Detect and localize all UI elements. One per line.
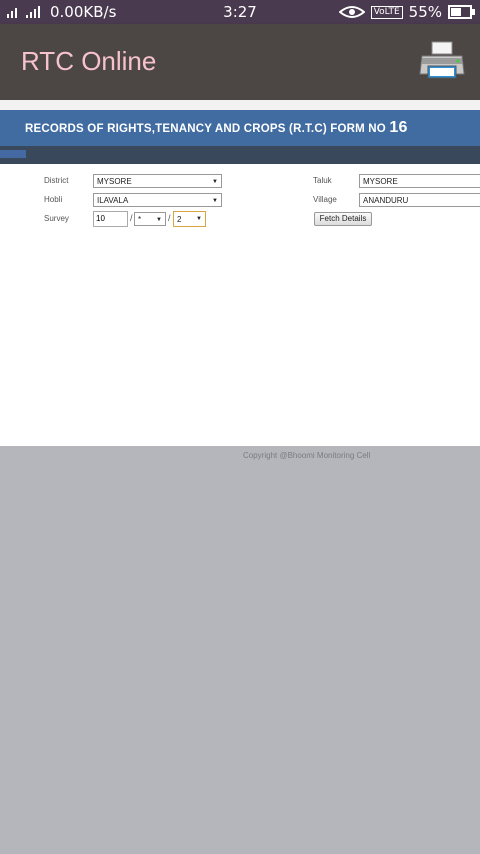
taluk-value: MYSORE (363, 177, 398, 186)
status-bar: 0.00KB/s 3:27 VoLTE 55% (0, 0, 480, 24)
chevron-down-icon: ▼ (196, 216, 202, 222)
survey-number-input[interactable]: 10 (93, 211, 128, 227)
surnoc-select[interactable]: * ▼ (134, 212, 166, 226)
footer: Copyright @Bhoomi Monitoring Cell (0, 446, 480, 854)
battery-icon (448, 5, 475, 19)
hobli-value: ILAVALA (97, 196, 129, 205)
taluk-label: Taluk (313, 176, 332, 185)
fetch-details-button[interactable]: Fetch Details (314, 212, 372, 226)
form-panel: District MYSORE ▼ Taluk MYSORE Hobli ILA… (0, 164, 480, 446)
survey-separator: / (130, 213, 133, 223)
separator (0, 100, 480, 110)
village-label: Village (313, 195, 337, 204)
banner-underline (0, 146, 480, 164)
survey-label: Survey (44, 214, 69, 223)
banner-text: RECORDS OF RIGHTS,TENANCY AND CROPS (R.T… (25, 123, 386, 135)
status-right: VoLTE 55% (338, 3, 475, 21)
copyright-text: Copyright @Bhoomi Monitoring Cell (243, 451, 371, 460)
app-bar: RTC Online (0, 24, 480, 100)
village-value: ANANDURU (363, 196, 409, 205)
app-title: RTC Online (21, 46, 157, 76)
hobli-label: Hobli (44, 195, 63, 204)
survey-separator: / (168, 213, 171, 223)
form-number: 16 (389, 119, 408, 136)
volte-badge: VoLTE (370, 5, 403, 19)
taluk-select[interactable]: MYSORE (359, 174, 480, 188)
eye-icon (338, 6, 365, 18)
village-select[interactable]: ANANDURU (359, 193, 480, 207)
printer-icon[interactable] (418, 40, 466, 84)
chevron-down-icon: ▼ (156, 217, 162, 223)
banner-accent (0, 150, 26, 158)
surnoc-value: * (138, 215, 142, 224)
district-value: MYSORE (97, 177, 132, 186)
chevron-down-icon: ▼ (212, 179, 218, 185)
hobli-select[interactable]: ILAVALA ▼ (93, 193, 222, 207)
district-select[interactable]: MYSORE ▼ (93, 174, 222, 188)
form-banner: RECORDS OF RIGHTS,TENANCY AND CROPS (R.T… (0, 110, 480, 146)
battery-percent: 55% (408, 3, 442, 21)
banner-title: RECORDS OF RIGHTS,TENANCY AND CROPS (R.T… (25, 119, 408, 137)
district-label: District (44, 176, 69, 185)
chevron-down-icon: ▼ (212, 198, 218, 204)
hissa-select[interactable]: 2 ▼ (173, 211, 206, 227)
hissa-value: 2 (177, 215, 182, 224)
